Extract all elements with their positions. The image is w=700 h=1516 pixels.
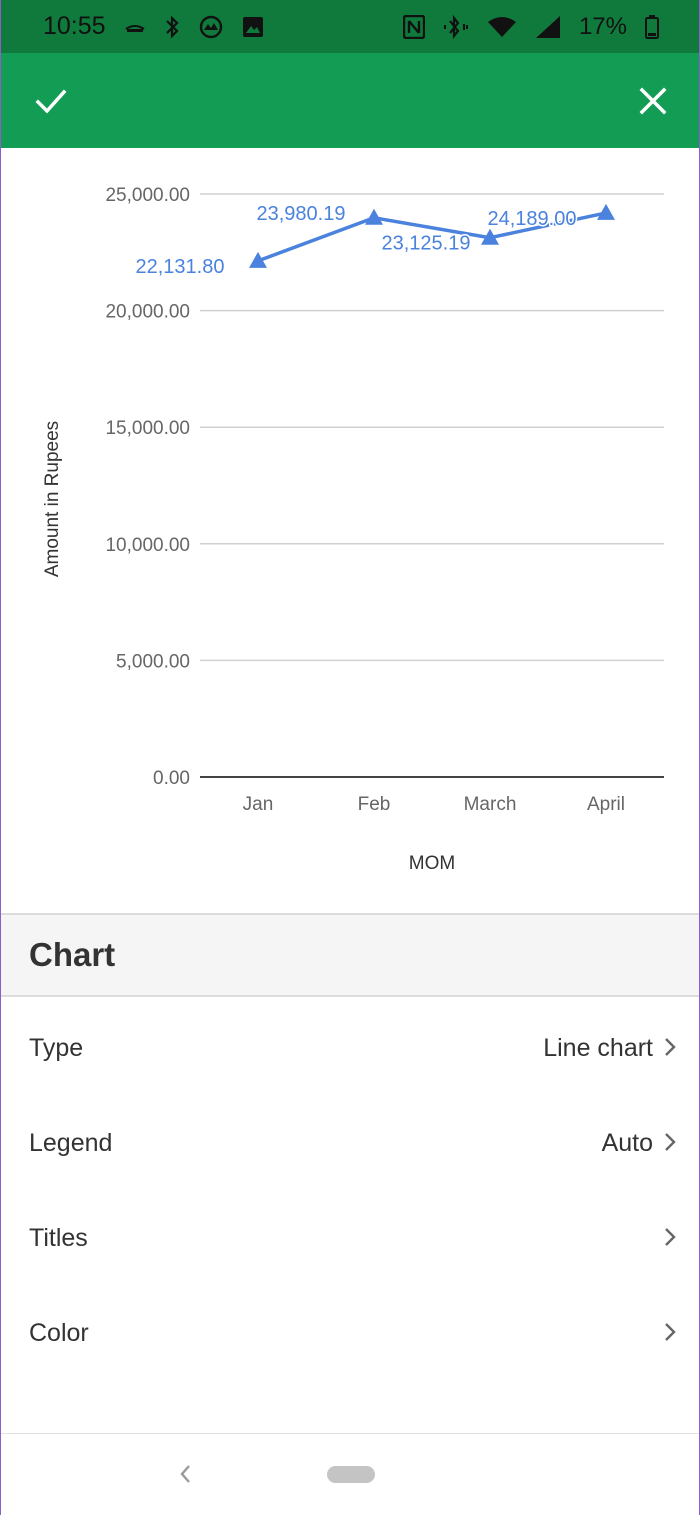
chevron-right-icon: [663, 1036, 677, 1062]
status-right: 17%: [402, 12, 659, 41]
wifi-icon: [487, 16, 517, 38]
bluetooth-icon: [164, 14, 180, 39]
setting-right: [653, 1226, 677, 1252]
x-tick-label: March: [464, 794, 517, 815]
setting-row-type[interactable]: Type Line chart: [1, 1001, 699, 1096]
notification-icon: [124, 20, 146, 34]
setting-value: Line chart: [543, 1034, 653, 1062]
home-pill[interactable]: [327, 1466, 375, 1483]
data-label: 23,125.19: [382, 233, 471, 255]
battery-icon: [645, 14, 659, 39]
x-tick-label: Jan: [243, 794, 274, 815]
chart-section-header: Chart: [1, 913, 699, 997]
setting-right: [653, 1321, 677, 1347]
chart-area: 0.00 5,000.00 10,000.00 15,000.00 20,000.00 2…: [1, 148, 699, 913]
x-tick-label: Feb: [358, 794, 391, 815]
app-icon: [198, 15, 224, 39]
x-tick-label: April: [587, 794, 625, 815]
signal-icon: [535, 15, 561, 39]
chart-settings-list: Type Line chart Legend Auto Titles Color: [1, 1001, 699, 1381]
setting-label: Legend: [29, 1129, 113, 1157]
y-tick-label: 0.00: [153, 768, 190, 789]
chevron-right-icon: [663, 1321, 677, 1347]
image-icon: [242, 16, 264, 38]
setting-row-color[interactable]: Color: [1, 1286, 699, 1381]
data-label: 22,131.80: [136, 256, 225, 278]
y-tick-label: 25,000.00: [105, 185, 190, 206]
setting-label: Titles: [29, 1224, 88, 1252]
y-tick-label: 5,000.00: [116, 651, 190, 672]
setting-label: Color: [29, 1319, 89, 1347]
status-left: 10:55: [43, 12, 264, 41]
battery-percent: 17%: [578, 12, 627, 40]
setting-right: Auto: [602, 1129, 677, 1158]
setting-row-legend[interactable]: Legend Auto: [1, 1096, 699, 1191]
setting-label: Type: [29, 1034, 84, 1062]
data-point-marker: [597, 203, 615, 220]
close-icon[interactable]: [635, 83, 671, 119]
check-icon[interactable]: [33, 83, 69, 119]
y-tick-label: 15,000.00: [105, 418, 190, 439]
bluetooth-vibrate-icon: [443, 14, 469, 39]
app-bar: [1, 53, 699, 148]
back-icon[interactable]: [173, 1460, 197, 1488]
setting-right: Line chart: [543, 1034, 677, 1063]
chevron-right-icon: [663, 1131, 677, 1157]
setting-row-titles[interactable]: Titles: [1, 1191, 699, 1286]
x-axis-title: MOM: [409, 853, 455, 874]
y-axis-title: Amount in Rupees: [42, 421, 63, 577]
section-title: Chart: [29, 936, 116, 973]
data-label: 23,980.19: [257, 203, 346, 225]
data-label: 24,189.00: [488, 208, 577, 230]
nfc-icon: [402, 14, 425, 39]
setting-value: Auto: [601, 1129, 653, 1157]
status-bar: 10:55 17%: [1, 0, 699, 53]
data-point-marker: [365, 208, 383, 225]
chevron-right-icon: [663, 1226, 677, 1252]
status-time: 10:55: [43, 12, 106, 40]
y-tick-label: 10,000.00: [105, 535, 190, 556]
line-chart: 0.00 5,000.00 10,000.00 15,000.00 20,000.00 2…: [42, 185, 664, 874]
navigation-bar: [1, 1433, 699, 1516]
y-tick-label: 20,000.00: [105, 302, 190, 323]
